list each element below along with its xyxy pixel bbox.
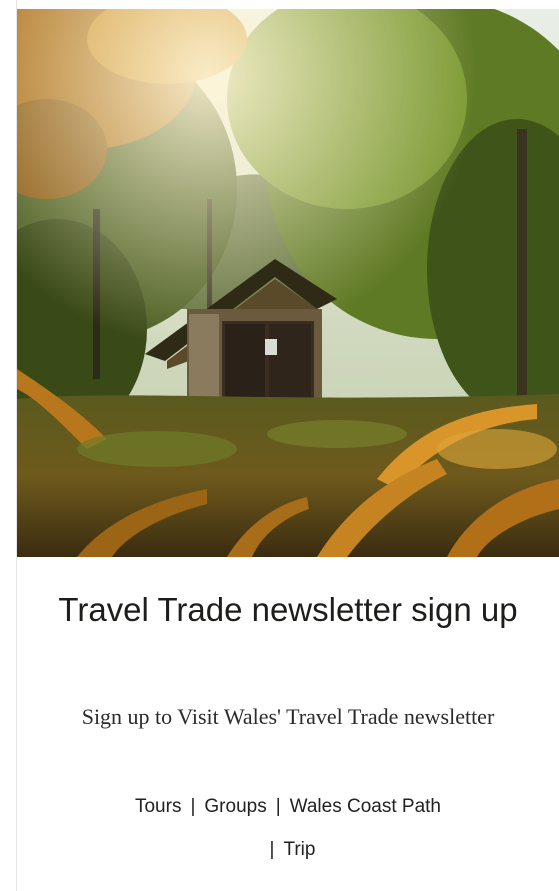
tag-links: Tours | Groups | Wales Coast Path | Trip [57,785,519,871]
separator: | [269,839,275,860]
cabin-woodland-photo [17,9,559,557]
separator: | [190,796,196,817]
newsletter-card[interactable]: Travel Trade newsletter sign up Sign up … [17,9,559,891]
tag-link-tours[interactable]: Tours [135,796,181,817]
tag-link-wales-coast-path[interactable]: Wales Coast Path [290,796,441,817]
newsletter-title: Travel Trade newsletter sign up [58,591,518,628]
tag-link-trip[interactable]: Trip [283,839,315,860]
separator: | [275,796,281,817]
newsletter-subtitle: Sign up to Visit Wales' Travel Trade new… [81,704,495,729]
hero-image [17,9,559,557]
tag-link-groups[interactable]: Groups [204,796,266,817]
page: Travel Trade newsletter sign up Sign up … [0,0,559,891]
